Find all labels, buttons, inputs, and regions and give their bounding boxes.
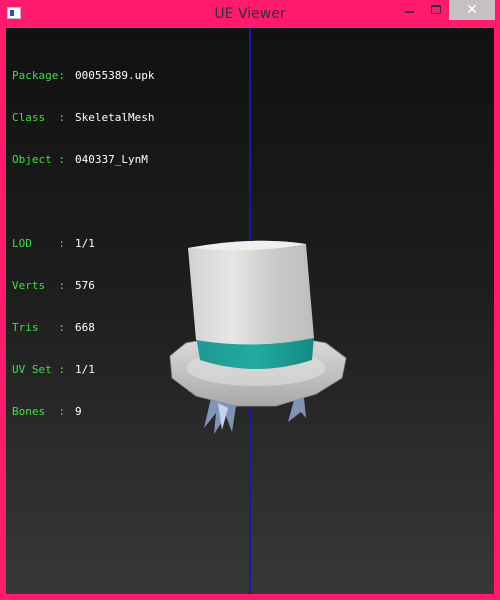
info-value: 040337_LynM: [75, 153, 148, 166]
close-icon: ✕: [466, 2, 478, 18]
info-row-package: Package: 00055389.upk: [12, 69, 154, 83]
info-value: 1/1: [75, 363, 95, 376]
info-row-bones: Bones : 9: [12, 405, 154, 419]
info-label: Bones :: [12, 405, 72, 418]
info-label: Class :: [12, 111, 72, 124]
info-value: 00055389.upk: [75, 69, 155, 82]
hat-crown: [188, 240, 314, 345]
info-value: 668: [75, 321, 95, 334]
info-label: Tris :: [12, 321, 72, 334]
info-row-tris: Tris : 668: [12, 321, 154, 335]
info-row-object: Object : 040337_LynM: [12, 153, 154, 167]
maximize-button[interactable]: [423, 0, 449, 20]
info-label: Package:: [12, 69, 72, 82]
info-row-lod: LOD : 1/1: [12, 237, 154, 251]
title-bar[interactable]: UE Viewer ✕: [0, 0, 500, 28]
info-row-uvset: UV Set : 1/1: [12, 363, 154, 377]
info-value: 9: [75, 405, 82, 418]
info-label: UV Set :: [12, 363, 72, 376]
info-label: Object :: [12, 153, 72, 166]
info-label: Verts :: [12, 279, 72, 292]
3d-viewport[interactable]: Package: 00055389.upk Class : SkeletalMe…: [6, 28, 494, 594]
info-value: SkeletalMesh: [75, 111, 155, 124]
info-row-verts: Verts : 576: [12, 279, 154, 293]
top-hat-model[interactable]: [156, 208, 356, 448]
info-value: 1/1: [75, 237, 95, 250]
minimize-icon: [405, 11, 414, 13]
mesh-info-overlay: Package: 00055389.upk Class : SkeletalMe…: [12, 41, 154, 447]
app-window: UE Viewer ✕ Package: 00055389.upk Class …: [0, 0, 500, 600]
info-value: 576: [75, 279, 95, 292]
info-row-class: Class : SkeletalMesh: [12, 111, 154, 125]
minimize-button[interactable]: [396, 0, 423, 20]
close-button[interactable]: ✕: [449, 0, 495, 20]
maximize-icon: [431, 5, 441, 14]
info-label: LOD :: [12, 237, 72, 250]
